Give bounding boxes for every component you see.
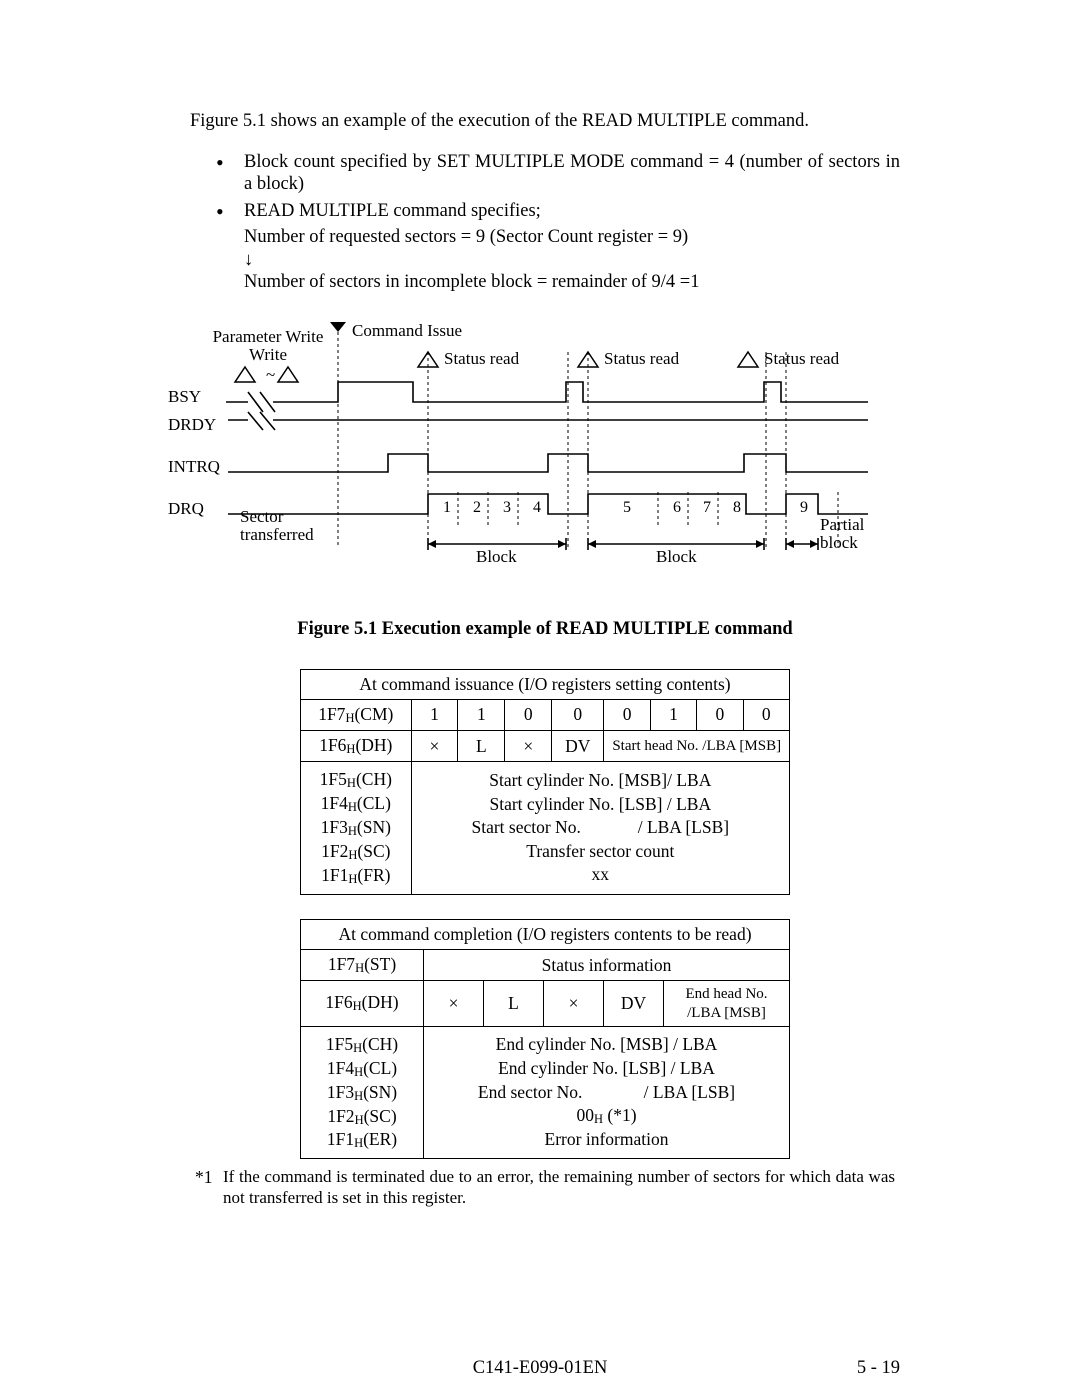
label-command-issue: Command Issue [352,322,462,340]
sector-2: 2 [473,499,481,516]
label-status-read-2: Status read [604,349,680,368]
t2-row-dh: 1F6H(DH) × L × DV End head No. /LBA [MSB… [301,981,790,1027]
t2-title: At command completion (I/O registers con… [301,919,790,949]
t1-title: At command issuance (I/O registers setti… [301,669,790,699]
register-table-issuance: At command issuance (I/O registers setti… [300,669,790,895]
bullet-2: READ MULTIPLE command specifies; [210,200,900,223]
sub-line-2: Number of sectors in incomplete block = … [244,271,900,294]
t2-row-lower: 1F5H(CH) 1F4H(CL) 1F3H(SN) 1F2H(SC) 1F1H… [301,1026,790,1158]
label-drdy: DRDY [168,415,216,434]
bullet-list: Block count specified by SET MULTIPLE MO… [210,151,900,223]
timing-diagram: .st { stroke:#000; stroke-width:1.6; fil… [168,322,900,582]
footnote: *1 If the command is terminated due to a… [195,1167,895,1208]
register-table-completion: At command completion (I/O registers con… [300,919,790,1160]
bullet-2-text: READ MULTIPLE command specifies; [244,201,541,221]
label-partial: Partial [820,515,865,534]
label-status-read-1: Status read [444,349,520,368]
footnote-mark: *1 [195,1167,223,1208]
t2-row-st: 1F7H(ST) Status information [301,950,790,981]
sector-1: 1 [443,499,451,516]
label-parameter: Parameter Write [213,327,324,346]
bullet-1: Block count specified by SET MULTIPLE MO… [210,151,900,196]
t2-st-label: 1F7H(ST) [301,950,424,981]
sector-8: 8 [733,499,741,516]
sector-7: 7 [703,499,711,516]
t1-cm-label: 1F7H(CM) [301,699,412,730]
label-bsy: BSY [168,387,201,406]
t1-lower-labels: 1F5H(CH) 1F4H(CL) 1F3H(SN) 1F2H(SC) 1F1H… [301,762,412,894]
timing-svg: .st { stroke:#000; stroke-width:1.6; fil… [168,322,908,582]
label-drq: DRQ [168,499,204,518]
t2-lower-values: End cylinder No. [MSB] / LBA End cylinde… [424,1026,790,1158]
sector-6: 6 [673,499,681,516]
page-number: 5 - 19 [857,1357,900,1380]
sector-3: 3 [503,499,511,516]
down-arrow: ↓ [244,249,900,272]
label-block-2: Block [656,547,697,566]
intro-text: Figure 5.1 shows an example of the execu… [190,110,900,133]
label-block-1: Block [476,547,517,566]
t1-lower-values: Start cylinder No. [MSB]/ LBA Start cyli… [411,762,789,894]
t1-row-cm: 1F7H(CM) 1 1 0 0 0 1 0 0 [301,699,790,730]
t1-row-dh: 1F6H(DH) × L × DV Start head No. /LBA [M… [301,731,790,762]
t2-dh-label: 1F6H(DH) [301,981,424,1027]
footnote-text: If the command is terminated due to an e… [223,1167,895,1208]
sector-4: 4 [533,499,541,516]
label-block-partial: block [820,533,858,552]
bullet-1-text: Block count specified by SET MULTIPLE MO… [244,152,900,195]
t1-row-lower: 1F5H(CH) 1F4H(CL) 1F3H(SN) 1F2H(SC) 1F1H… [301,762,790,894]
label-sector: Sector [240,507,284,526]
sub-line-1: Number of requested sectors = 9 (Sector … [244,226,900,249]
sector-9: 9 [800,499,808,516]
label-status-read-3: Status read [764,349,840,368]
sector-5: 5 [623,499,631,516]
t1-dh-label: 1F6H(DH) [301,731,412,762]
label-intrq: INTRQ [168,457,220,476]
t2-lower-labels: 1F5H(CH) 1F4H(CL) 1F3H(SN) 1F2H(SC) 1F1H… [301,1026,424,1158]
figure-caption: Figure 5.1 Execution example of READ MUL… [190,618,900,641]
label-write: Write [249,345,287,364]
label-transferred: transferred [240,525,314,544]
doc-id: C141-E099-01EN [0,1357,1080,1380]
svg-text:~: ~ [266,365,275,384]
